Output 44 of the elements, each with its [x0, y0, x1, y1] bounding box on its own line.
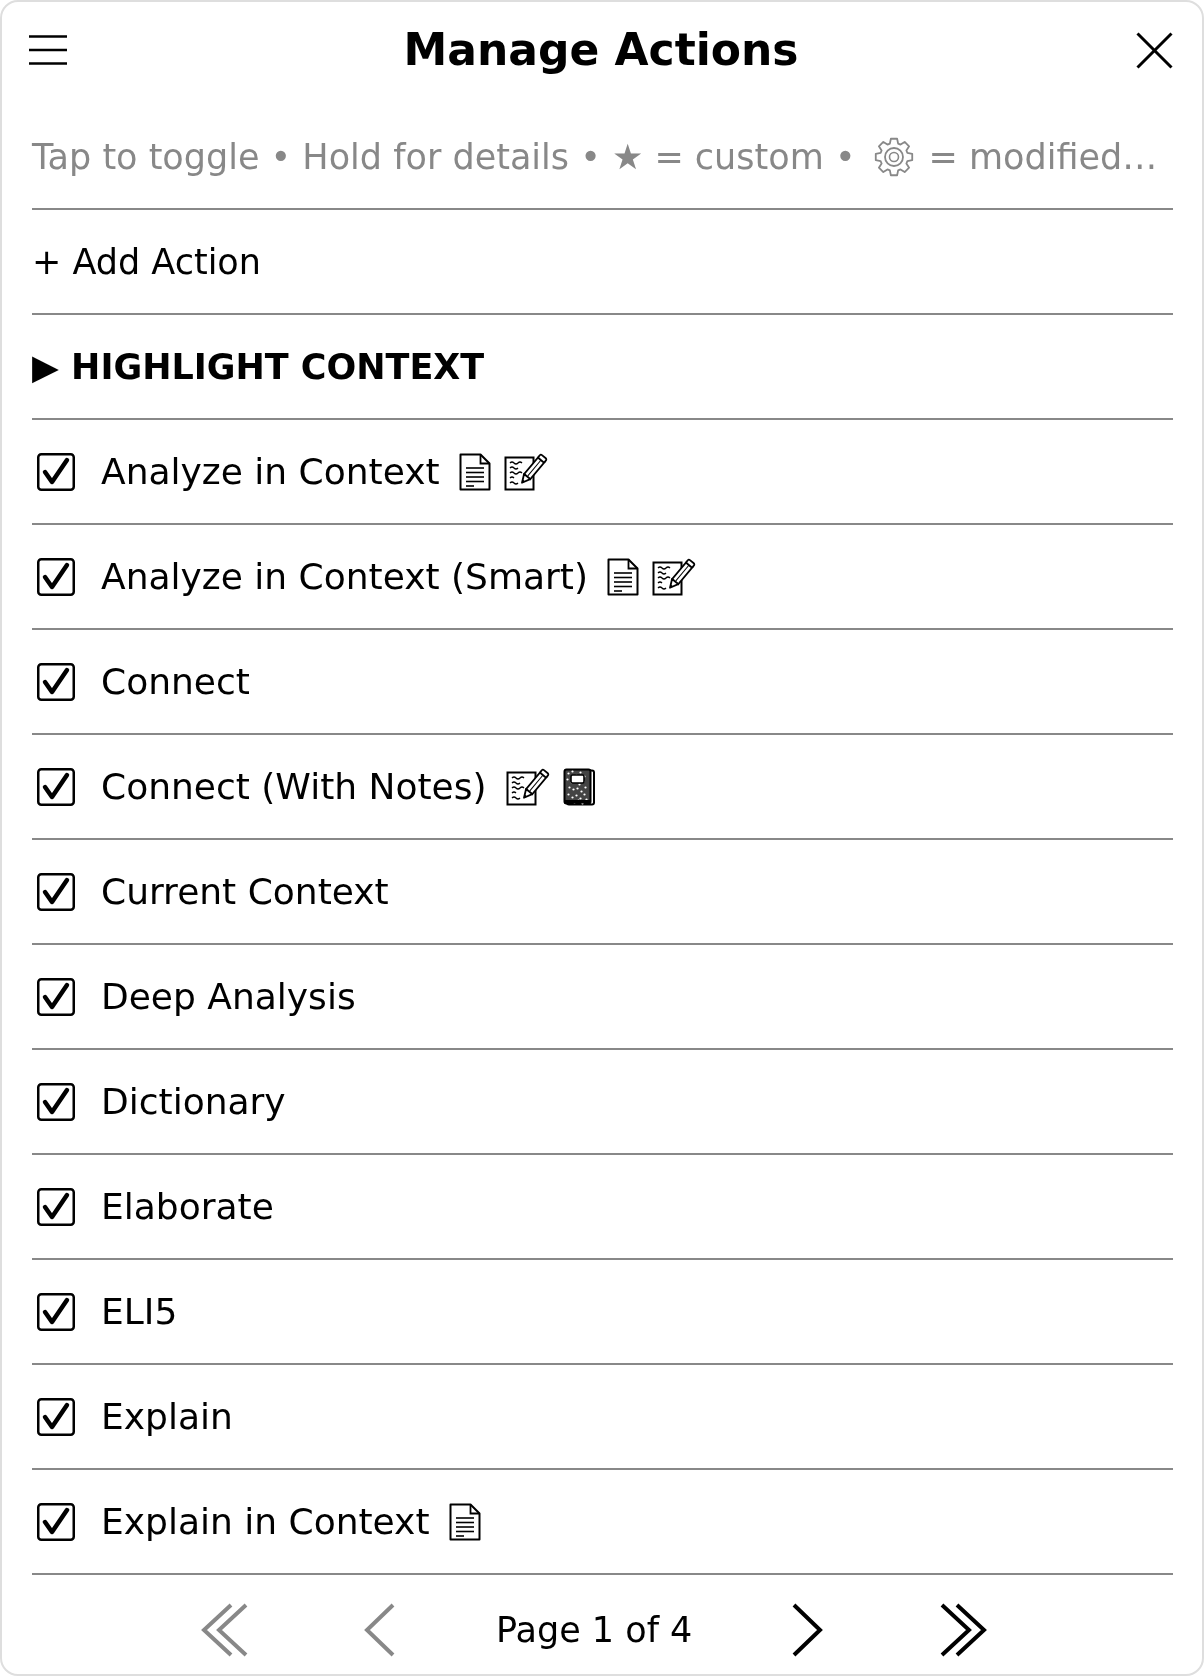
hint-text: Tap to toggle • Hold for details • ★ = custom • [32, 137, 856, 177]
action-label[interactable]: Analyze in Context (Smart) [101, 554, 589, 599]
chevron-left-icon [363, 1602, 396, 1657]
page-label: Page 1 of 4 [496, 1608, 693, 1651]
close-icon [1136, 31, 1173, 69]
document-icon [607, 557, 640, 596]
add-action-button[interactable]: + Add Action [32, 240, 261, 283]
document-icon [458, 452, 491, 491]
checkbox[interactable] [37, 1292, 75, 1331]
gear-icon [873, 137, 914, 177]
notebook-icon [562, 767, 596, 806]
chevron-right-icon [791, 1602, 825, 1657]
note-pencil-icon [505, 767, 550, 806]
action-label[interactable]: Connect (With Notes) [101, 764, 487, 809]
action-label[interactable]: Elaborate [101, 1184, 274, 1229]
action-label[interactable]: Dictionary [101, 1079, 286, 1124]
checkbox[interactable] [37, 662, 75, 701]
menu-button[interactable] [29, 35, 67, 65]
section-header[interactable]: ▶ HIGHLIGHT CONTEXT [32, 345, 485, 388]
action-label[interactable]: Explain in Context [101, 1499, 430, 1544]
action-label[interactable]: ELI5 [101, 1289, 178, 1334]
next-page-button[interactable] [791, 1602, 825, 1657]
checkbox[interactable] [37, 1397, 75, 1436]
checkbox[interactable] [37, 977, 75, 1016]
menu-icon [29, 35, 67, 65]
checkbox[interactable] [37, 872, 75, 911]
document-icon [448, 1502, 481, 1541]
checkbox[interactable] [37, 1502, 75, 1541]
action-label[interactable]: Current Context [101, 869, 389, 914]
note-pencil-icon [503, 452, 548, 491]
action-label[interactable]: Deep Analysis [101, 974, 356, 1019]
action-label[interactable]: Explain [101, 1394, 233, 1439]
double-chevron-left-icon [199, 1602, 249, 1657]
note-pencil-icon [652, 557, 697, 596]
action-label[interactable]: Analyze in Context [101, 449, 440, 494]
checkbox[interactable] [37, 1187, 75, 1226]
dialog-title: Manage Actions [403, 23, 799, 77]
action-label[interactable]: Connect [101, 659, 250, 704]
close-button[interactable] [1136, 31, 1173, 69]
checkbox[interactable] [37, 452, 75, 491]
checkbox[interactable] [37, 557, 75, 596]
checkbox[interactable] [37, 767, 75, 806]
hint-text: = modified… [928, 137, 1158, 177]
checkbox[interactable] [37, 1082, 75, 1121]
